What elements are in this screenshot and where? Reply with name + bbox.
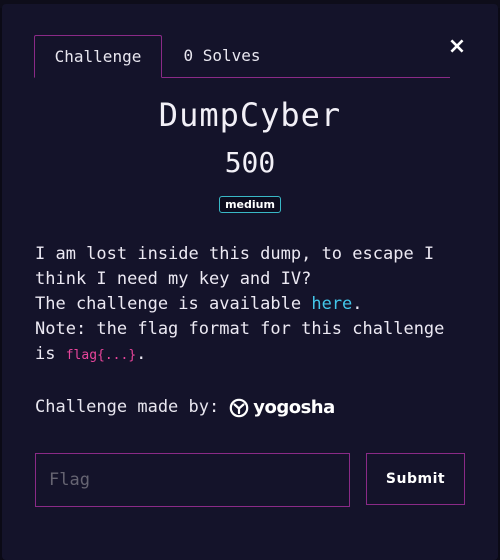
description-text: . — [352, 294, 363, 314]
challenge-link[interactable]: here — [311, 294, 352, 314]
challenge-description: I am lost inside this dump, to escape I … — [35, 242, 475, 368]
description-line: I am lost inside this dump, to escape I … — [35, 244, 435, 289]
description-line: The challenge is available here. — [35, 292, 475, 317]
description-text: . — [136, 344, 147, 364]
yogosha-logo: yogosha — [229, 395, 335, 420]
difficulty-badge: medium — [219, 196, 281, 213]
tab-challenge[interactable]: Challenge — [34, 35, 162, 78]
challenge-author: Challenge made by: yogosha — [35, 395, 335, 420]
challenge-points: 500 — [224, 146, 276, 179]
submit-button[interactable]: Submit — [366, 453, 465, 505]
description-line: Note: the flag format for this challenge… — [35, 317, 475, 368]
difficulty-badge-wrapper: medium — [0, 193, 500, 213]
modal-tabs: Challenge 0 Solves — [34, 35, 450, 78]
description-text: The challenge is available — [35, 294, 312, 314]
yogosha-logo-icon — [229, 398, 249, 417]
tab-solves[interactable]: 0 Solves — [162, 35, 282, 77]
yogosha-logo-text: yogosha — [253, 397, 335, 418]
flag-format-code: flag{...} — [65, 348, 137, 363]
made-by-label: Challenge made by: — [35, 397, 220, 417]
flag-input[interactable] — [35, 453, 350, 507]
challenge-name: DumpCyber — [158, 96, 342, 134]
